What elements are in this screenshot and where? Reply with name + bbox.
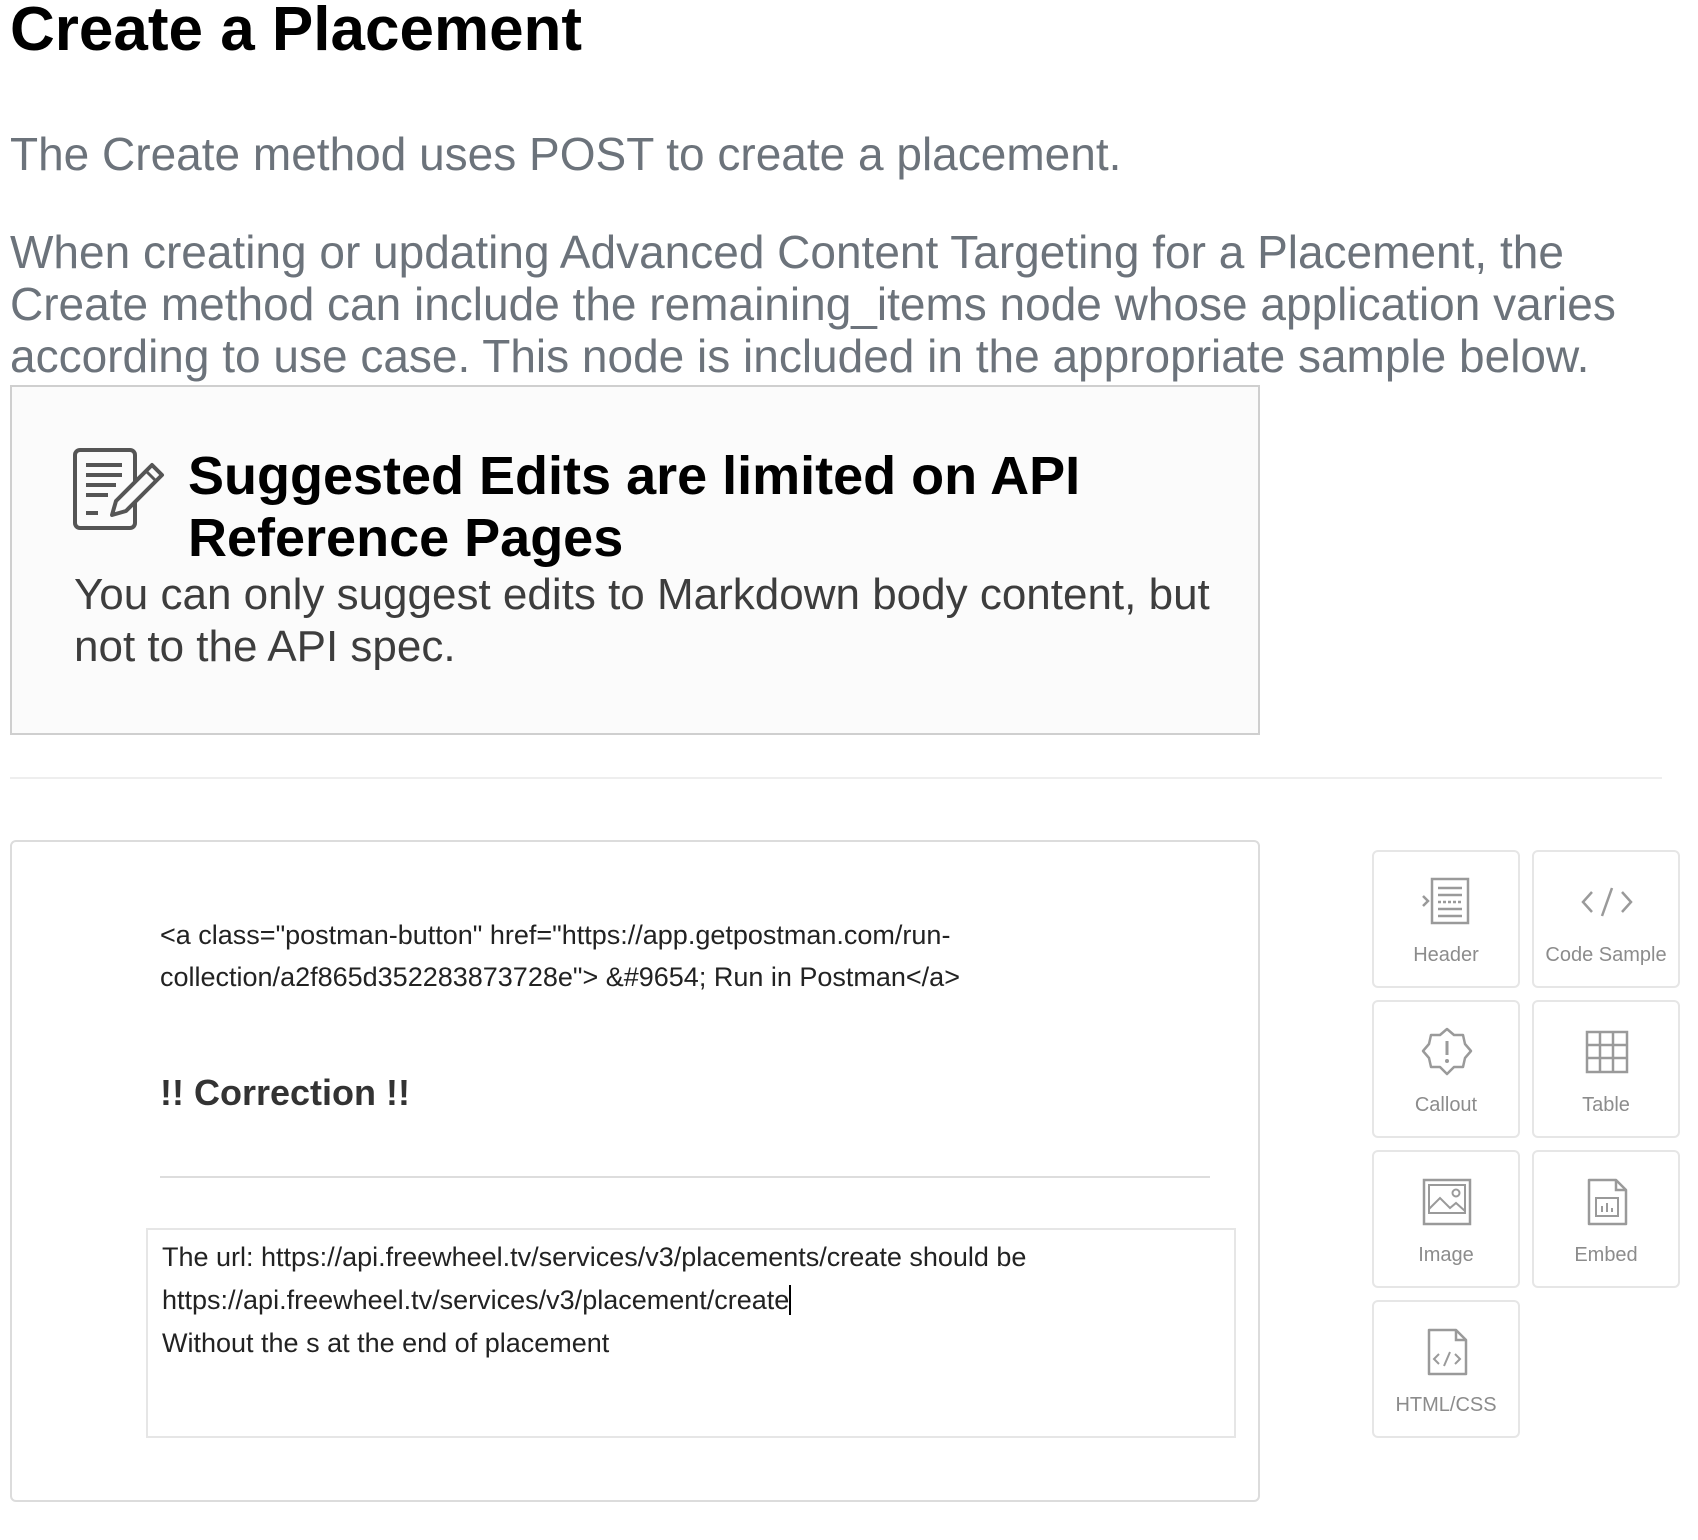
header-block-button[interactable]: Header bbox=[1372, 850, 1520, 988]
divider bbox=[10, 777, 1662, 779]
html-css-block-button[interactable]: HTML/CSS bbox=[1372, 1300, 1520, 1438]
header-icon bbox=[1422, 877, 1470, 925]
html-css-icon bbox=[1427, 1328, 1468, 1376]
image-icon bbox=[1422, 1178, 1472, 1226]
table-icon bbox=[1585, 1030, 1629, 1074]
intro-text: The Create method uses POST to create a … bbox=[10, 128, 1122, 180]
code-icon bbox=[1581, 887, 1633, 917]
intro-details-text: When creating or updating Advanced Conte… bbox=[10, 226, 1616, 382]
callout-icon bbox=[1421, 1027, 1473, 1076]
code-sample-block-button[interactable]: Code Sample bbox=[1532, 850, 1680, 988]
image-block-button[interactable]: Image bbox=[1372, 1150, 1520, 1288]
html-css-block-label: HTML/CSS bbox=[1395, 1394, 1497, 1416]
notice-title: Suggested Edits are limited on API Refer… bbox=[188, 446, 1081, 568]
embed-block-label: Embed bbox=[1574, 1244, 1638, 1266]
code-sample-block-label: Code Sample bbox=[1545, 944, 1667, 966]
embed-icon bbox=[1587, 1178, 1628, 1226]
notice-text: You can only suggest edits to Markdown b… bbox=[74, 570, 1210, 671]
callout-block-button[interactable]: Callout bbox=[1372, 1000, 1520, 1138]
markdown-editor[interactable]: <a class="postman-button" href="https://… bbox=[10, 840, 1260, 1502]
table-block-label: Table bbox=[1582, 1094, 1630, 1116]
table-block-button[interactable]: Table bbox=[1532, 1000, 1680, 1138]
callout-block-label: Callout bbox=[1414, 1094, 1478, 1116]
correction-line-1[interactable]: The url: https://api.freewheel.tv/servic… bbox=[162, 1242, 1026, 1273]
page-title: Create a Placement bbox=[10, 0, 583, 64]
embed-block-button[interactable]: Embed bbox=[1532, 1150, 1680, 1288]
postman-code-line[interactable]: <a class="postman-button" href="https://… bbox=[160, 914, 1040, 998]
correction-textbox[interactable]: The url: https://api.freewheel.tv/servic… bbox=[146, 1228, 1236, 1438]
correction-line-2[interactable]: https://api.freewheel.tv/services/v3/pla… bbox=[162, 1285, 792, 1316]
header-block-label: Header bbox=[1413, 944, 1479, 966]
correction-line-2-text[interactable]: https://api.freewheel.tv/services/v3/pla… bbox=[162, 1285, 789, 1315]
correction-line-3[interactable]: Without the s at the end of placement bbox=[162, 1328, 609, 1359]
suggested-edits-notice: Suggested Edits are limited on API Refer… bbox=[10, 385, 1260, 735]
text-cursor bbox=[789, 1285, 792, 1315]
horizontal-rule bbox=[160, 1176, 1210, 1178]
edit-document-icon bbox=[73, 448, 164, 530]
correction-heading[interactable]: !! Correction !! bbox=[160, 1072, 410, 1114]
image-block-label: Image bbox=[1418, 1244, 1474, 1266]
